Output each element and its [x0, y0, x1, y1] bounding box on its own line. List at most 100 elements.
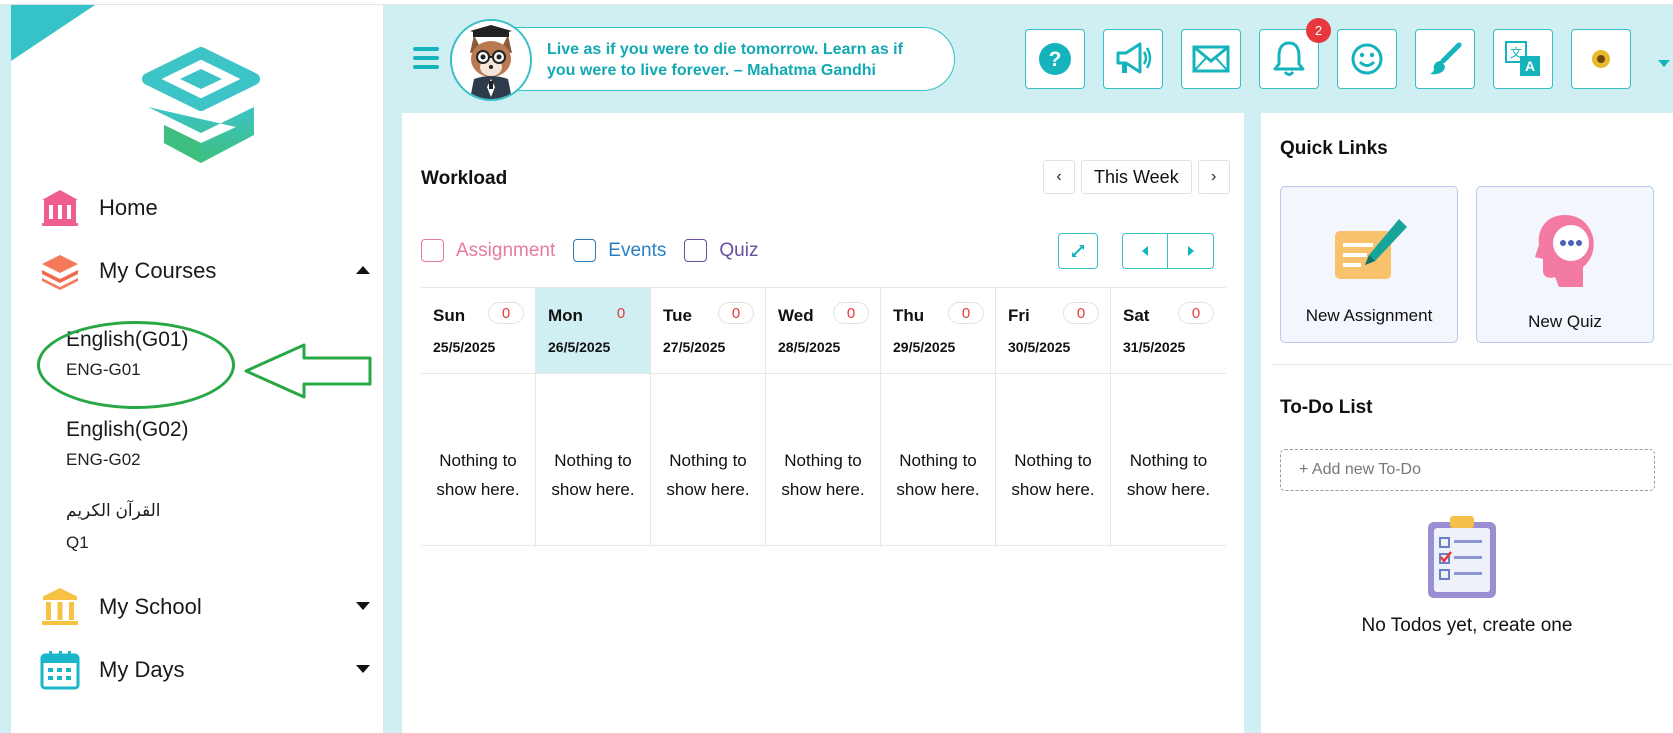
- nav-home[interactable]: Home: [40, 186, 370, 230]
- assignment-filter-label: Assignment: [456, 239, 556, 261]
- translate-icon: 文 A: [1505, 41, 1540, 76]
- course-item[interactable]: القرآن الكريم Q1: [66, 501, 286, 553]
- day-column[interactable]: Wed 0 28/5/2025 Nothing to show here.: [766, 288, 881, 547]
- day-name: Tue: [663, 306, 692, 325]
- scroll-left-button[interactable]: [1123, 234, 1168, 268]
- calendar-icon: [40, 650, 80, 690]
- day-date: 29/5/2025: [893, 339, 956, 355]
- day-header: Thu 0 29/5/2025: [881, 288, 995, 374]
- day-empty-message: Nothing to show here.: [781, 451, 865, 499]
- bell-icon: [1273, 41, 1305, 76]
- day-name: Mon: [548, 306, 583, 325]
- day-column[interactable]: Mon 0 26/5/2025 Nothing to show here.: [536, 288, 651, 547]
- new-assignment-card[interactable]: New Assignment: [1280, 186, 1458, 343]
- svg-text:A: A: [1525, 58, 1535, 74]
- feedback-button[interactable]: [1337, 29, 1397, 89]
- expand-button[interactable]: [1058, 233, 1098, 269]
- day-empty-message: Nothing to show here.: [551, 451, 635, 499]
- nav-my-days[interactable]: My Days: [40, 648, 370, 692]
- nav-my-days-label: My Days: [99, 657, 185, 682]
- day-column[interactable]: Sat 0 31/5/2025 Nothing to show here.: [1111, 288, 1226, 547]
- theme-button[interactable]: [1415, 29, 1475, 89]
- day-count-badge: 0: [1063, 302, 1099, 324]
- columns-building-icon: [40, 587, 80, 627]
- day-column[interactable]: Fri 0 30/5/2025 Nothing to show here.: [996, 288, 1111, 547]
- highlight-ellipse: [37, 321, 235, 409]
- todo-title: To-Do List: [1280, 397, 1373, 418]
- day-column[interactable]: Thu 0 29/5/2025 Nothing to show here.: [881, 288, 996, 547]
- day-count-badge: 0: [718, 302, 754, 324]
- add-todo-input[interactable]: [1280, 449, 1655, 491]
- day-count-badge: 0: [948, 302, 984, 324]
- nav-my-courses-label: My Courses: [99, 258, 217, 283]
- help-icon: ?: [1039, 43, 1071, 75]
- day-date: 25/5/2025: [433, 339, 496, 355]
- course-item[interactable]: English(G02) ENG-G02: [66, 418, 286, 470]
- nav-my-school-label: My School: [99, 594, 202, 619]
- week-label[interactable]: This Week: [1081, 160, 1192, 194]
- course-name: القرآن الكريم: [66, 501, 161, 520]
- day-date: 27/5/2025: [663, 339, 726, 355]
- course-code: ENG-G02: [66, 450, 141, 469]
- quiz-checkbox[interactable]: [684, 239, 708, 262]
- mascot-fox-icon: [450, 19, 532, 101]
- day-column[interactable]: Tue 0 27/5/2025 Nothing to show here.: [651, 288, 766, 547]
- day-column[interactable]: Sun 0 25/5/2025 Nothing to show here.: [421, 288, 536, 547]
- profile-button[interactable]: [1571, 29, 1631, 89]
- workload-panel: Workload ‹ This Week › Assignment Events…: [402, 113, 1244, 733]
- next-week-button[interactable]: ›: [1197, 160, 1230, 194]
- corner-ribbon: [11, 5, 95, 61]
- chevron-up-icon[interactable]: [356, 266, 370, 274]
- nav-my-school[interactable]: My School: [40, 585, 370, 629]
- books-stack-icon: [40, 251, 80, 291]
- events-checkbox[interactable]: [573, 239, 597, 262]
- app-logo-icon: [142, 47, 260, 163]
- day-header: Mon 0 26/5/2025: [536, 288, 650, 374]
- clipboard-checklist-icon: [1428, 516, 1496, 598]
- mail-icon: [1192, 45, 1230, 73]
- day-empty-message: Nothing to show here.: [666, 451, 750, 499]
- day-date: 30/5/2025: [1008, 339, 1071, 355]
- day-name: Thu: [893, 306, 925, 325]
- day-header: Fri 0 30/5/2025: [996, 288, 1110, 374]
- prev-week-button[interactable]: ‹: [1043, 160, 1075, 194]
- new-quiz-card[interactable]: New Quiz: [1476, 186, 1654, 343]
- course-name: English(G02): [66, 418, 189, 441]
- caret-left-icon: [1142, 246, 1148, 256]
- week-grid: Sun 0 25/5/2025 Nothing to show here. Mon…: [421, 287, 1226, 547]
- day-empty-message: Nothing to show here.: [436, 451, 520, 499]
- day-header: Sun 0 25/5/2025: [421, 288, 535, 374]
- chevron-down-icon[interactable]: [356, 602, 370, 610]
- assignment-checkbox[interactable]: [421, 239, 444, 262]
- divider: [1273, 364, 1671, 365]
- assignment-pen-icon: [1335, 219, 1407, 279]
- menu-icon[interactable]: [413, 47, 439, 71]
- chevron-down-icon[interactable]: [356, 665, 370, 673]
- day-count-badge: 0: [488, 302, 524, 324]
- megaphone-icon: [1116, 42, 1152, 74]
- chevron-down-icon[interactable]: [1658, 60, 1670, 67]
- new-assignment-label: New Assignment: [1305, 306, 1433, 325]
- day-count-badge: 0: [833, 302, 869, 324]
- messages-button[interactable]: [1181, 29, 1241, 89]
- left-strip: [0, 5, 11, 733]
- nav-my-courses[interactable]: My Courses: [40, 249, 370, 293]
- day-date: 26/5/2025: [548, 339, 611, 355]
- day-header: Sat 0 31/5/2025: [1111, 288, 1226, 374]
- school-building-icon: [40, 188, 80, 228]
- scroll-right-button[interactable]: [1168, 234, 1213, 268]
- events-filter-label: Events: [608, 239, 667, 261]
- course-code: Q1: [66, 533, 89, 552]
- annotation-arrow-icon: [244, 343, 372, 399]
- profile-icon: [1592, 50, 1610, 68]
- announcements-button[interactable]: [1103, 29, 1163, 89]
- quiz-filter-label: Quiz: [719, 239, 759, 261]
- todo-empty-message: No Todos yet, create one: [1361, 615, 1573, 636]
- day-count-badge: 0: [1178, 302, 1214, 324]
- nav-home-label: Home: [99, 195, 158, 220]
- language-button[interactable]: 文 A: [1493, 29, 1553, 89]
- day-name: Wed: [778, 306, 814, 325]
- scroll-controls: [1122, 233, 1214, 269]
- right-panel: Quick Links New Assignment New Quiz To-D…: [1261, 113, 1673, 733]
- help-button[interactable]: ?: [1025, 29, 1085, 89]
